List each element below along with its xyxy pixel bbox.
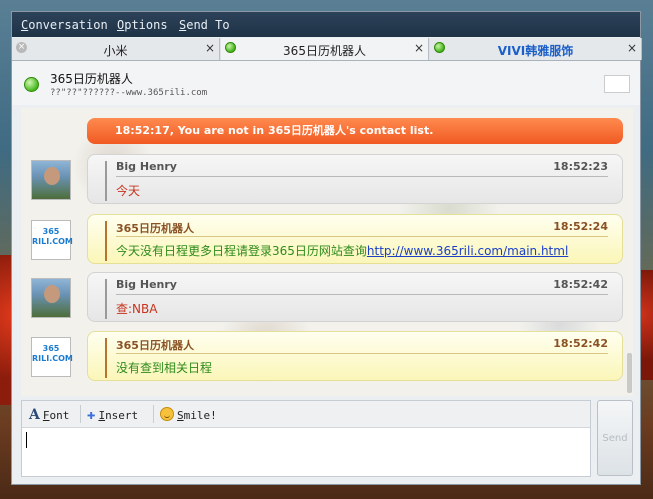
tab-xiaomi[interactable]: × 小米 × <box>12 38 220 60</box>
font-icon: A <box>29 407 40 423</box>
menu-send-to[interactable]: Send To <box>179 18 230 32</box>
avatar <box>31 278 71 318</box>
insert-label: Insert <box>98 409 139 422</box>
message-text: 今天没有日程更多日程请登录365日历网站查询http://www.365rili… <box>116 242 568 259</box>
message-bubble: Big Henry 18:52:42 查:NBA <box>87 272 623 322</box>
conversation-window: Conversation Options Send To × 小米 × 365日… <box>11 11 642 485</box>
tab-365rili-robot[interactable]: 365日历机器人 × <box>221 38 429 60</box>
compose-box: A Font ✚ Insert Smile! <box>21 400 591 477</box>
chat-scrollbar[interactable] <box>627 353 632 393</box>
message-text: 查:NBA <box>116 302 158 316</box>
divider <box>116 236 608 237</box>
send-button[interactable]: Send <box>597 400 633 476</box>
format-toolbar: A Font ✚ Insert Smile! <box>22 401 590 428</box>
avatar: 365 RILI.COM <box>31 220 73 260</box>
smile-button[interactable]: Smile! <box>160 407 217 422</box>
font-label: Font <box>42 409 70 422</box>
message-bubble: 365日历机器人 18:52:24 今天没有日程更多日程请登录365日历网站查询… <box>87 214 623 264</box>
avatar: 365 RILI.COM <box>31 337 73 377</box>
text-cursor <box>26 432 27 448</box>
message-sender: 365日历机器人 <box>116 222 194 235</box>
message-text: 没有查到相关日程 <box>116 361 213 375</box>
contact-name: 365日历机器人 <box>50 72 133 86</box>
close-icon[interactable]: × <box>414 41 424 55</box>
message-link[interactable]: http://www.365rili.com/main.html <box>367 244 568 258</box>
close-icon[interactable]: × <box>205 41 215 55</box>
message-sender: Big Henry <box>116 278 177 291</box>
menu-conversation[interactable]: Conversation <box>21 18 108 32</box>
divider <box>80 405 81 423</box>
tab-label: 365日历机器人 <box>283 44 366 58</box>
avatar <box>31 160 71 200</box>
message-bubble: Big Henry 18:52:23 今天 <box>87 154 623 204</box>
smile-label: Smile! <box>177 409 217 422</box>
message-time: 18:52:42 <box>553 278 608 291</box>
close-icon[interactable]: × <box>627 41 637 55</box>
message-time: 18:52:42 <box>553 337 608 350</box>
menu-options[interactable]: Options <box>117 18 168 32</box>
message-sender: Big Henry <box>116 160 177 173</box>
message-body: 今天没有日程更多日程请登录365日历网站查询 <box>116 244 367 258</box>
insert-button[interactable]: ✚ Insert <box>87 407 138 423</box>
divider <box>116 353 608 354</box>
message-time: 18:52:24 <box>553 220 608 233</box>
font-button[interactable]: A Font <box>29 407 69 423</box>
message-sender: 365日历机器人 <box>116 339 194 352</box>
message-bubble: 365日历机器人 18:52:42 没有查到相关日程 <box>87 331 623 381</box>
divider <box>116 176 608 177</box>
menubar: Conversation Options Send To <box>12 12 640 37</box>
tab-vivi-fashion[interactable]: VIVI韩雅服饰 × <box>430 38 642 60</box>
tab-label: 小米 <box>103 44 128 58</box>
contact-list-notice: 18:52:17, You are not in 365日历机器人's cont… <box>87 118 623 144</box>
contact-header: 365日历机器人 ??"??"??????--www.365rili.com <box>12 61 640 105</box>
smiley-icon <box>160 407 174 421</box>
message-text: 今天 <box>116 184 141 198</box>
online-status-icon <box>24 77 39 92</box>
plus-icon: ✚ <box>87 407 96 423</box>
message-time: 18:52:23 <box>553 160 608 173</box>
divider <box>153 405 154 423</box>
tab-label: VIVI韩雅服饰 <box>497 44 574 58</box>
tab-bar: × 小米 × 365日历机器人 × VIVI韩雅服饰 × <box>12 38 642 61</box>
divider <box>116 294 608 295</box>
chat-history[interactable]: 18:52:17, You are not in 365日历机器人's cont… <box>21 108 633 396</box>
contact-status-message: ??"??"??????--www.365rili.com <box>50 88 208 98</box>
contact-logo-icon <box>604 75 630 93</box>
